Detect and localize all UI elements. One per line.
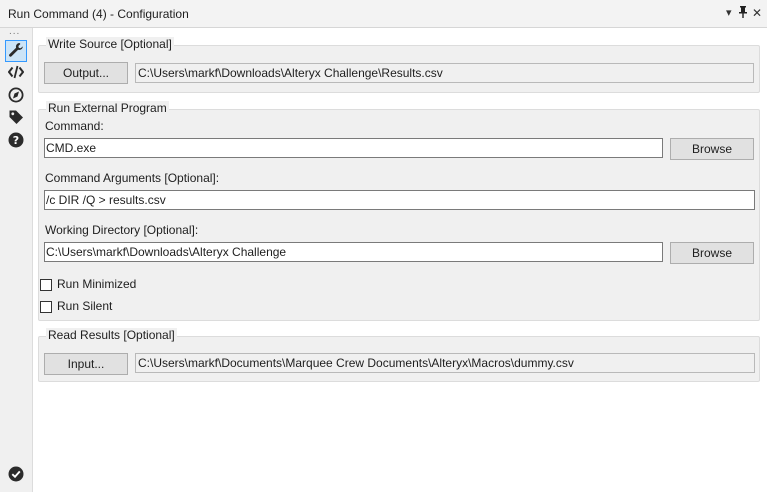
- working-directory-label: Working Directory [Optional]:: [45, 223, 199, 237]
- output-button[interactable]: Output...: [44, 62, 128, 84]
- panel-menu-icon[interactable]: ▾: [726, 6, 732, 19]
- sidebar-item-metadata[interactable]: [5, 107, 27, 129]
- write-source-legend: Write Source [Optional]: [46, 37, 174, 51]
- run-silent-checkbox[interactable]: [40, 301, 52, 313]
- tag-icon: [8, 109, 24, 128]
- check-circle-icon: [8, 466, 24, 485]
- code-icon: [7, 65, 25, 82]
- sidebar-item-configuration[interactable]: [5, 40, 27, 62]
- command-arguments-input[interactable]: /c DIR /Q > results.csv: [44, 190, 755, 210]
- sidebar-item-navigate[interactable]: [5, 85, 27, 107]
- read-results-legend: Read Results [Optional]: [46, 328, 177, 342]
- close-icon[interactable]: ✕: [752, 6, 762, 20]
- command-input[interactable]: CMD.exe: [44, 138, 663, 158]
- command-label: Command:: [45, 119, 104, 133]
- svg-text:?: ?: [13, 134, 19, 147]
- window-titlebar: Run Command (4) - Configuration ▾ ✕: [0, 0, 767, 28]
- sidebar-item-help[interactable]: ?: [5, 130, 27, 152]
- run-external-legend: Run External Program: [46, 101, 169, 115]
- run-minimized-label[interactable]: Run Minimized: [57, 277, 136, 291]
- help-icon: ?: [8, 132, 24, 151]
- read-results-group: Read Results [Optional] Input... C:\User…: [38, 328, 760, 382]
- read-results-path: C:\Users\markf\Documents\Marquee Crew Do…: [135, 353, 755, 373]
- sidebar-more[interactable]: ...: [9, 26, 20, 37]
- window-title: Run Command (4) - Configuration: [8, 7, 189, 21]
- run-external-group: Run External Program Command: CMD.exe Br…: [38, 101, 760, 321]
- command-browse-button[interactable]: Browse: [670, 138, 754, 160]
- write-source-group: Write Source [Optional] Output... C:\Use…: [38, 37, 760, 93]
- config-content: Write Source [Optional] Output... C:\Use…: [33, 28, 767, 492]
- working-directory-browse-button[interactable]: Browse: [670, 242, 754, 264]
- input-button[interactable]: Input...: [44, 353, 128, 375]
- write-source-path: C:\Users\markf\Downloads\Alteryx Challen…: [135, 63, 754, 83]
- working-directory-input[interactable]: C:\Users\markf\Downloads\Alteryx Challen…: [44, 242, 663, 262]
- wrench-icon: [8, 42, 24, 61]
- config-sidebar: ... ?: [0, 26, 33, 492]
- sidebar-item-annotation[interactable]: [5, 62, 27, 84]
- compass-icon: [8, 87, 24, 106]
- status-ok: [5, 464, 27, 486]
- run-silent-label[interactable]: Run Silent: [57, 299, 112, 313]
- command-arguments-label: Command Arguments [Optional]:: [45, 171, 220, 185]
- pin-icon[interactable]: [738, 6, 748, 21]
- run-minimized-checkbox[interactable]: [40, 279, 52, 291]
